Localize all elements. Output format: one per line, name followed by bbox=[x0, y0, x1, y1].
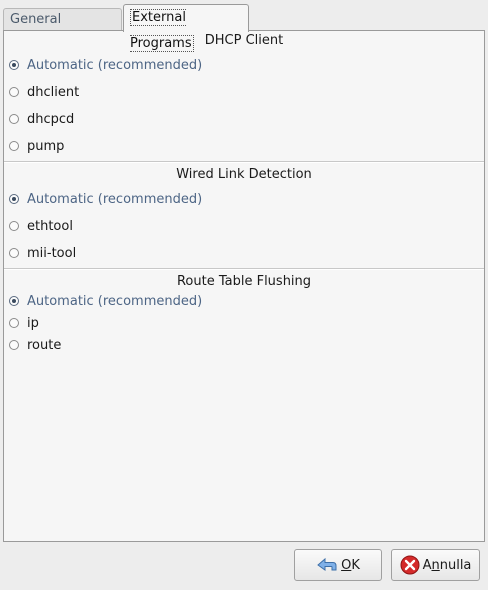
radio-button-icon bbox=[9, 248, 19, 258]
wired-radio-automatic[interactable]: Automatic (recommended) bbox=[9, 190, 202, 208]
wired-radio-automatic-label: Automatic (recommended) bbox=[27, 191, 203, 207]
external-programs-panel: DHCP Client Automatic (recommended) dhcl… bbox=[3, 30, 485, 542]
tab-general-settings[interactable]: General Settings bbox=[3, 8, 122, 49]
dhcp-radio-dhclient-label: dhclient bbox=[27, 84, 80, 100]
tab-external-programs[interactable]: External Programs bbox=[123, 4, 249, 52]
route-table-flushing-title: Route Table Flushing bbox=[176, 274, 312, 289]
tab-bar: General Settings External Programs bbox=[3, 3, 485, 52]
undo-arrow-icon bbox=[316, 556, 338, 574]
tab-external-programs-label: External Programs bbox=[130, 9, 194, 52]
separator bbox=[4, 161, 484, 163]
cancel-button-label: Annulla bbox=[422, 557, 472, 573]
dhcp-radio-pump-label: pump bbox=[27, 138, 65, 154]
dhcp-client-title: DHCP Client bbox=[204, 33, 284, 48]
cancel-icon bbox=[400, 555, 420, 575]
wired-radio-mii-tool[interactable]: mii-tool bbox=[9, 244, 76, 262]
route-radio-route[interactable]: route bbox=[9, 336, 61, 354]
radio-button-icon bbox=[9, 318, 19, 328]
dhcp-radio-automatic-label: Automatic (recommended) bbox=[27, 57, 203, 73]
route-radio-ip-label: ip bbox=[27, 315, 39, 331]
radio-button-checked-icon bbox=[9, 296, 19, 306]
radio-button-icon bbox=[9, 221, 19, 231]
wired-radio-ethtool[interactable]: ethtool bbox=[9, 217, 73, 235]
route-radio-route-label: route bbox=[27, 337, 62, 353]
separator bbox=[4, 268, 484, 270]
radio-button-checked-icon bbox=[9, 60, 19, 70]
radio-button-icon bbox=[9, 340, 19, 350]
cancel-button[interactable]: Annulla bbox=[391, 549, 480, 581]
wired-link-detection-title: Wired Link Detection bbox=[176, 167, 312, 182]
ok-button[interactable]: OK bbox=[294, 549, 382, 581]
ok-button-label: OK bbox=[341, 557, 360, 573]
dhcp-radio-dhcpcd-label: dhcpcd bbox=[27, 111, 75, 127]
dhcp-radio-pump[interactable]: pump bbox=[9, 137, 64, 155]
wired-radio-ethtool-label: ethtool bbox=[27, 218, 73, 234]
dhcp-radio-automatic[interactable]: Automatic (recommended) bbox=[9, 56, 202, 74]
dhcp-radio-dhclient[interactable]: dhclient bbox=[9, 83, 79, 101]
route-radio-automatic[interactable]: Automatic (recommended) bbox=[9, 292, 202, 310]
radio-button-icon bbox=[9, 114, 19, 124]
route-radio-automatic-label: Automatic (recommended) bbox=[27, 293, 203, 309]
dhcp-radio-dhcpcd[interactable]: dhcpcd bbox=[9, 110, 74, 128]
radio-button-icon bbox=[9, 141, 19, 151]
radio-button-checked-icon bbox=[9, 194, 19, 204]
wired-radio-mii-tool-label: mii-tool bbox=[27, 245, 77, 261]
radio-button-icon bbox=[9, 87, 19, 97]
route-radio-ip[interactable]: ip bbox=[9, 314, 39, 332]
